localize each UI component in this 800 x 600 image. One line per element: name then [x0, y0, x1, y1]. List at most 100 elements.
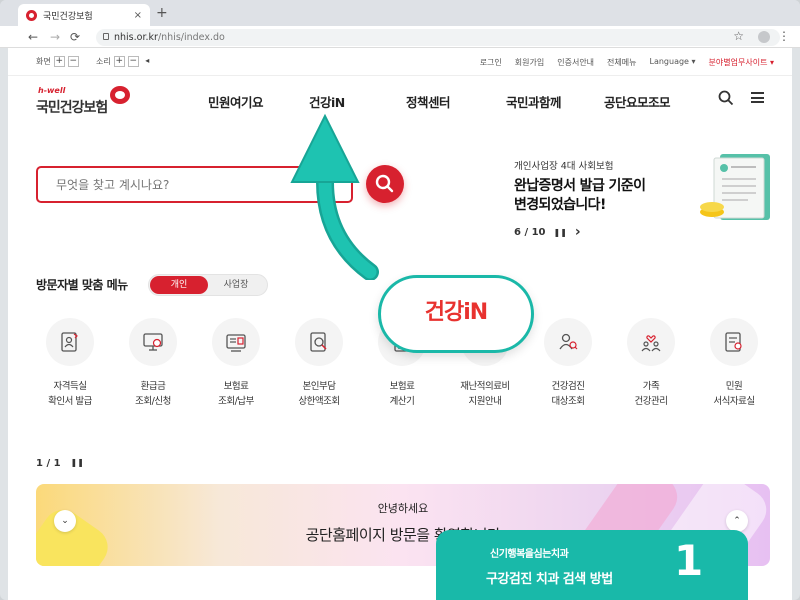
tab-title: 국민건강보험	[43, 11, 93, 22]
quick-label: 재난적의료비 지원안내	[460, 381, 510, 407]
nav-item-policy[interactable]: 정책센터	[406, 92, 451, 111]
lock-icon	[103, 33, 109, 40]
url-input[interactable]: nhis.or.kr/nhis/index.do	[96, 29, 780, 46]
quick-label: 자격득실 확인서 발급	[48, 381, 92, 407]
business-sites-select[interactable]: 분야별업무사이트 ▾	[709, 57, 774, 68]
url-path: /nhis/index.do	[157, 32, 225, 43]
profile-avatar[interactable]	[758, 31, 770, 43]
search-doc-icon	[310, 332, 327, 352]
caption-title: 구강검진 치과 검색 방법	[486, 572, 613, 587]
quick-menu-item[interactable]: 자격득실 확인서 발급	[38, 318, 102, 409]
step-number: 1	[674, 536, 704, 585]
main-navigation: h-well 국민건강보험 민원여기요 건강iN 정책센터 국민과함께 공단요모…	[8, 76, 792, 124]
quick-menu-item[interactable]: 환급금 조회/신청	[121, 318, 185, 409]
caption-subtitle: 신기행복을심는치과	[490, 549, 569, 560]
new-tab-button[interactable]: +	[156, 5, 168, 21]
quick-label: 건강검진 대상조회	[551, 381, 585, 407]
quick-label: 보험료 계산기	[389, 381, 415, 407]
bookmark-star-icon[interactable]: ☆	[733, 29, 744, 43]
tutorial-arrow-icon	[290, 113, 379, 280]
signup-link[interactable]: 회원가입	[515, 57, 544, 68]
quick-label: 민원 서식자료실	[713, 381, 755, 407]
banner-greeting: 안녕하세요	[377, 502, 429, 515]
banner-expand-button[interactable]: ⌄	[54, 510, 76, 532]
close-tab-icon[interactable]: ×	[134, 10, 142, 21]
custom-menu-title: 방문자별 맞춤 메뉴	[36, 278, 128, 292]
forward-icon[interactable]: →	[50, 30, 60, 44]
form-icon	[725, 332, 742, 352]
logo-name: 국민건강보험	[36, 100, 108, 116]
login-link[interactable]: 로그인	[480, 57, 502, 68]
logo-tagline: h-well	[38, 86, 66, 95]
notice-slide[interactable]: 개인사업장 4대 사회보험 완납증명서 발급 기준이 변경되었습니다!	[514, 158, 694, 215]
quick-icon-circle	[129, 318, 177, 366]
notice-headline-1: 완납증명서 발급 기준이	[514, 178, 646, 194]
quick-icon-circle	[627, 318, 675, 366]
screen-zoom-in-button[interactable]: +	[53, 56, 65, 67]
quick-menu-item[interactable]: 민원 서식자료실	[702, 318, 766, 409]
certificate-link[interactable]: 인증서안내	[557, 57, 594, 68]
nhis-logo[interactable]: h-well 국민건강보험	[36, 86, 136, 118]
quick-label: 보험료 조회/납부	[218, 381, 254, 407]
banner-collapse-button[interactable]: ⌃	[726, 510, 748, 532]
notice-pager: 6 / 10 ❚❚ ›	[514, 224, 581, 240]
quick-menu-item[interactable]: 가족 건강관리	[619, 318, 683, 409]
quick-label: 가족 건강관리	[634, 381, 668, 407]
document-illustration-icon	[700, 154, 770, 220]
sound-up-button[interactable]: +	[113, 56, 125, 67]
address-bar: ← → ⟳ nhis.or.kr/nhis/index.do ☆ ⋮	[0, 26, 800, 48]
sound-label: 소리	[96, 57, 111, 66]
screen-zoom-control: 화면 + −	[36, 56, 79, 67]
browser-tab[interactable]: 국민건강보험 ×	[18, 4, 150, 26]
tab-bar: 국민건강보험 × +	[0, 0, 800, 26]
search-icon[interactable]	[718, 90, 734, 106]
sitemap-link[interactable]: 전체메뉴	[607, 57, 636, 68]
screen-zoom-out-button[interactable]: −	[67, 56, 79, 67]
language-select[interactable]: Language ▾	[650, 57, 696, 68]
people-search-icon	[559, 333, 578, 350]
quick-menu-item[interactable]: 본인부담 상한액조회	[287, 318, 351, 409]
banner-page-count: 1 / 1	[36, 458, 61, 469]
quick-menu-item[interactable]: 건강검진 대상조회	[536, 318, 600, 409]
notice-page-count: 6 / 10	[514, 226, 546, 238]
quick-label: 환급금 조회/신청	[135, 381, 171, 407]
utility-bar: 화면 + − 소리 + − ◂ 로그인 회원가입 인증서안내 전체메뉴 Lang…	[8, 48, 792, 76]
nav-item-civil[interactable]: 민원여기요	[208, 92, 264, 111]
sound-control: 소리 + − ◂	[96, 56, 153, 67]
screen-label: 화면	[36, 57, 51, 66]
menu-hamburger-icon[interactable]	[751, 92, 764, 103]
browser-menu-icon[interactable]: ⋮	[778, 29, 790, 43]
quick-menu-item[interactable]: 보험료 조회/납부	[204, 318, 268, 409]
visitor-type-toggle: 개인 사업장	[148, 274, 268, 296]
speaker-icon[interactable]: ◂	[142, 56, 153, 67]
monitor-won-icon	[143, 333, 163, 351]
tab-personal[interactable]: 개인	[150, 276, 208, 294]
pause-icon[interactable]: ❚❚	[71, 458, 84, 469]
notice-headline-2: 변경되었습니다!	[514, 197, 606, 213]
tutorial-badge: 건강iN	[378, 275, 534, 353]
quick-icon-circle	[544, 318, 592, 366]
notice-kicker: 개인사업장 4대 사회보험	[514, 161, 614, 172]
quick-label: 본인부담 상한액조회	[298, 381, 340, 407]
quick-icon-circle	[710, 318, 758, 366]
mascot-icon	[110, 86, 130, 104]
back-icon[interactable]: ←	[28, 30, 38, 44]
family-heart-icon	[641, 335, 661, 352]
browser-window: 국민건강보험 × + ← → ⟳ nhis.or.kr/nhis/index.d…	[0, 0, 800, 600]
banner-pager: 1 / 1 ❚❚	[36, 458, 84, 469]
pause-icon[interactable]: ❚❚	[554, 228, 567, 237]
utility-links: 로그인 회원가입 인증서안내 전체메뉴 Language ▾ 분야별업무사이트 …	[480, 57, 774, 68]
sound-down-button[interactable]: −	[127, 56, 139, 67]
id-card-icon	[61, 332, 78, 352]
nhis-favicon-icon	[26, 9, 37, 21]
nav-item-health-in[interactable]: 건강iN	[309, 92, 345, 111]
quick-icon-circle	[212, 318, 260, 366]
tab-business[interactable]: 사업장	[207, 276, 265, 294]
reload-icon[interactable]: ⟳	[70, 30, 80, 44]
url-host: nhis.or.kr	[114, 32, 158, 43]
next-icon[interactable]: ›	[575, 224, 581, 240]
nav-item-together[interactable]: 국민과함께	[506, 92, 562, 111]
tutorial-caption: 신기행복을심는치과 구강검진 치과 검색 방법 1	[436, 530, 748, 600]
nav-item-about[interactable]: 공단요모조모	[604, 92, 671, 111]
receipt-icon	[226, 334, 246, 352]
